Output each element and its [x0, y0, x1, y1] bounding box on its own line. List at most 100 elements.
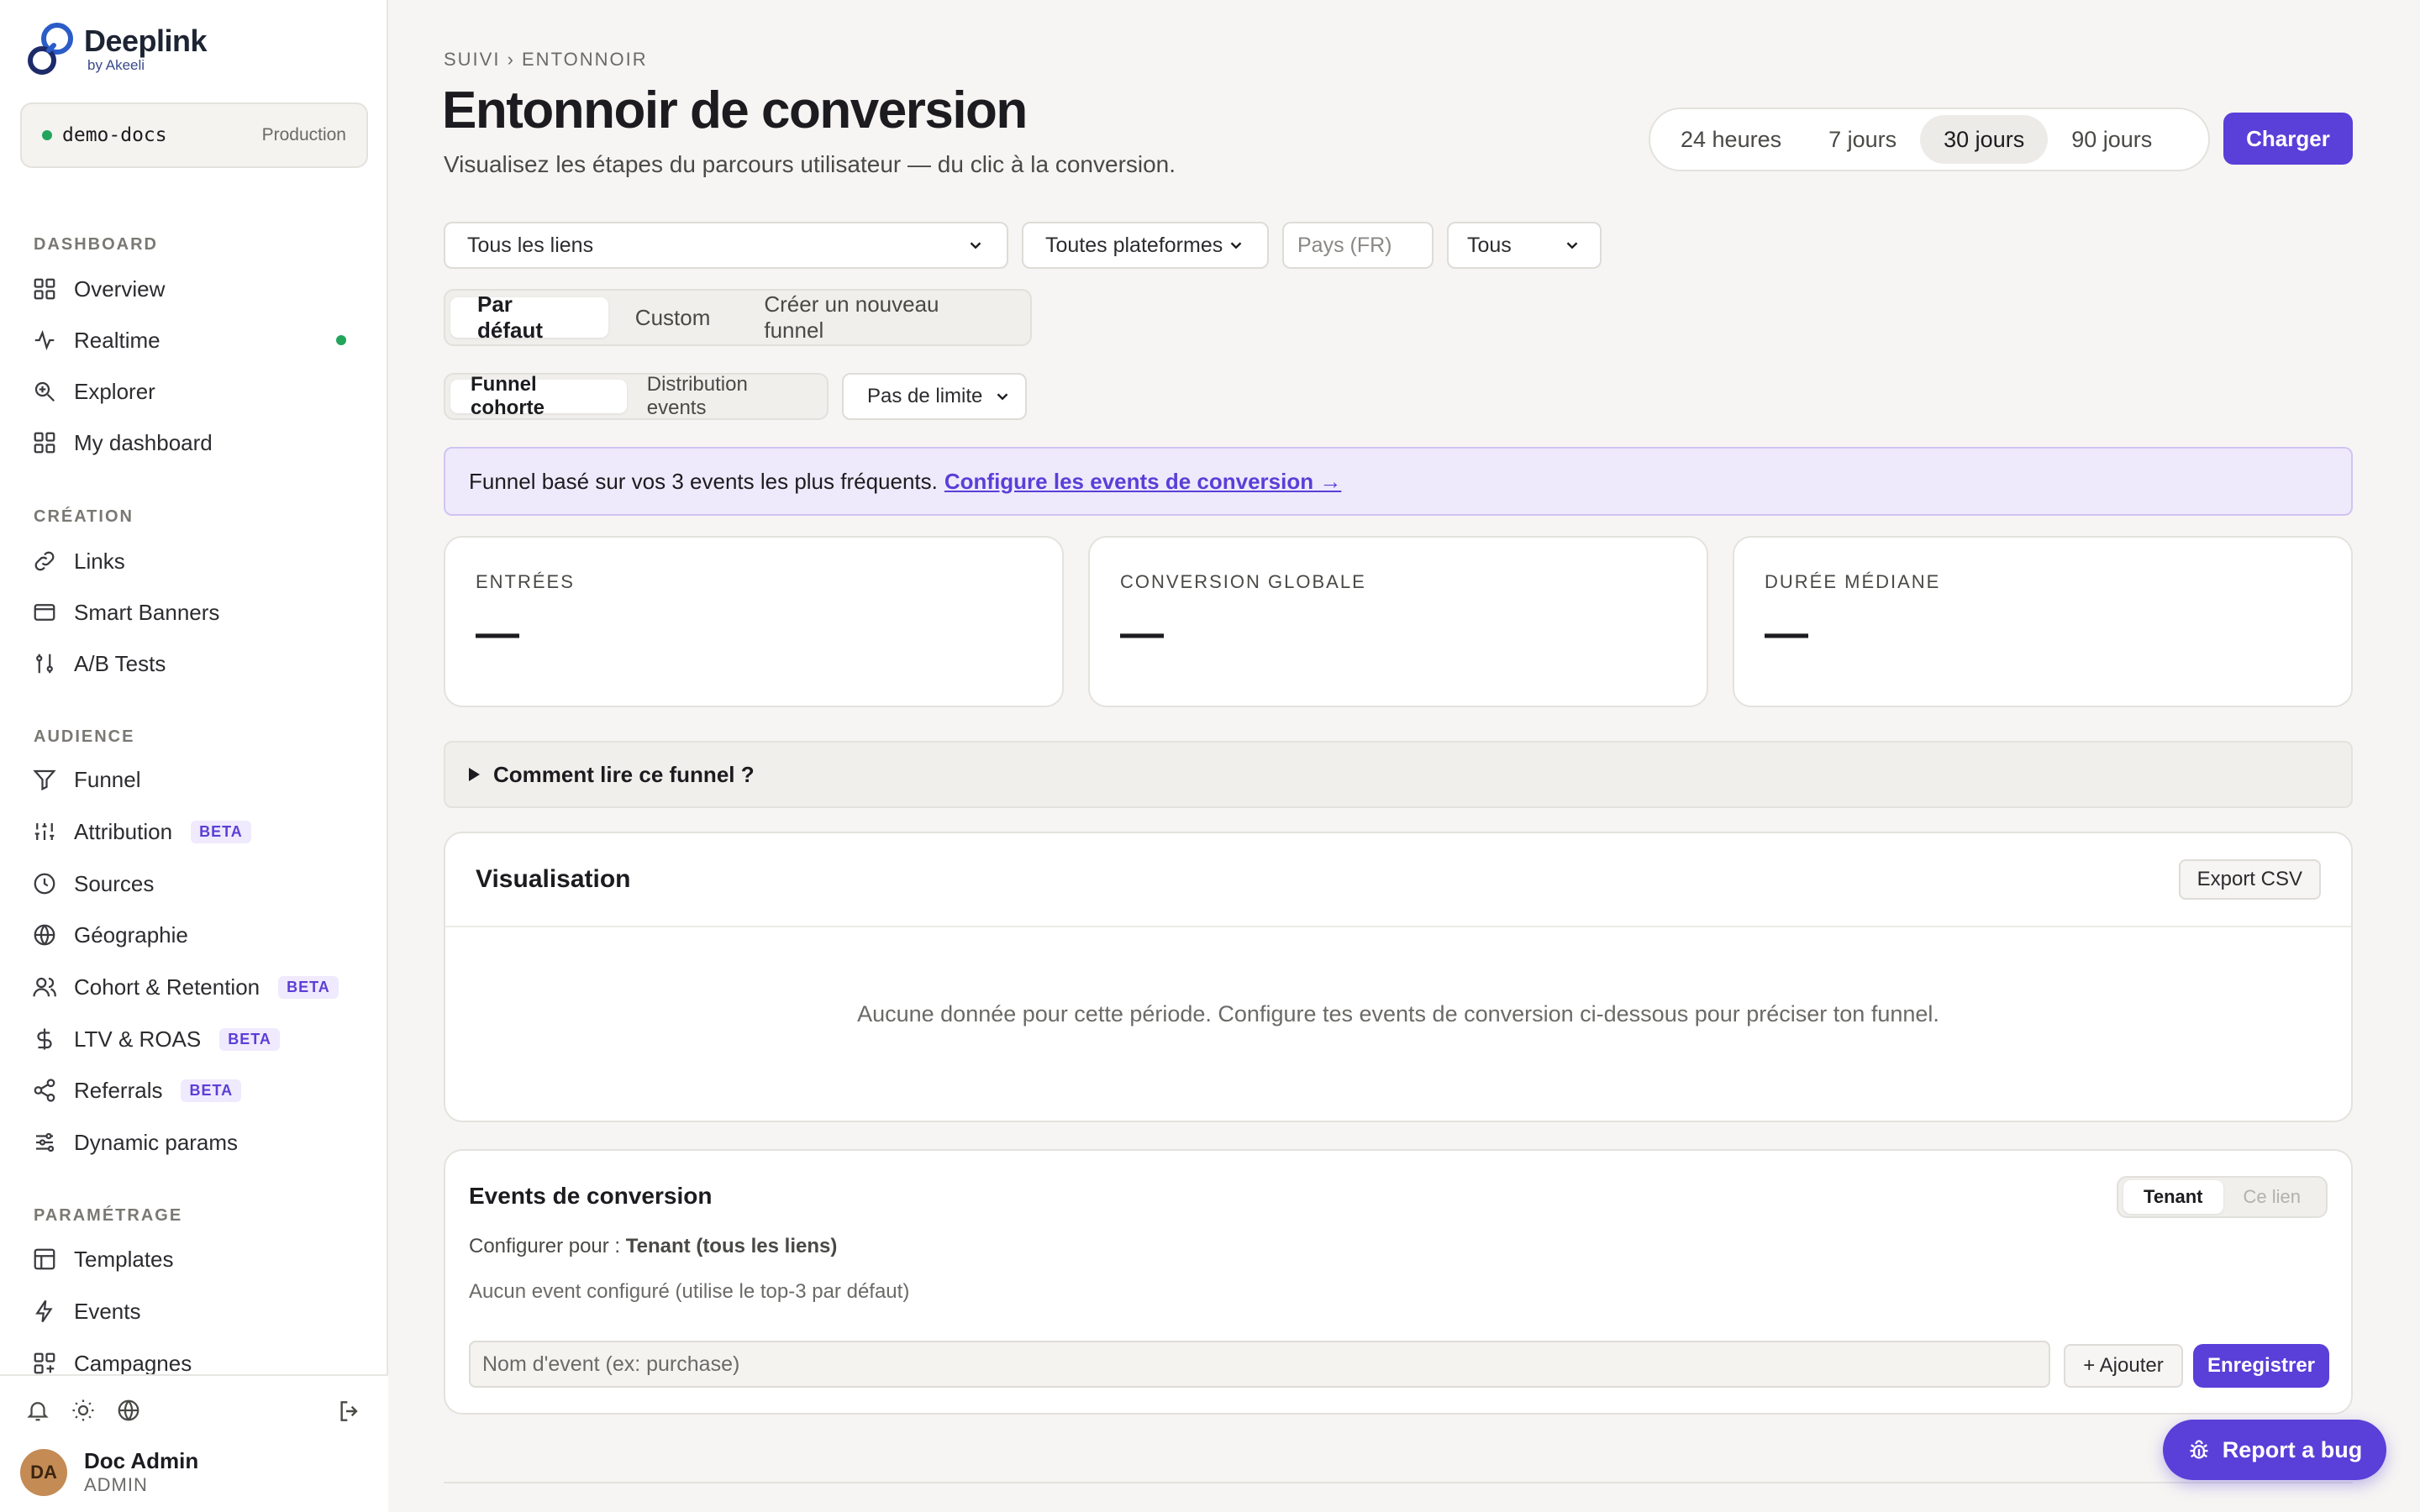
sidebar-item-label: Campagnes — [74, 1350, 192, 1376]
sidebar-item-templates[interactable]: Templates — [24, 1236, 366, 1283]
sidebar-item-label: My dashboard — [74, 429, 213, 455]
sidebar-item-cohort-retention[interactable]: Cohort & Retention BETA — [24, 963, 366, 1011]
sidebar-item-referrals[interactable]: Referrals BETA — [24, 1067, 366, 1114]
sidebar-item-geographie[interactable]: Géographie — [24, 911, 366, 958]
save-events-button[interactable]: Enregistrer — [2193, 1344, 2329, 1388]
nav-section-parametrage: PARAMÉTRAGE — [34, 1206, 183, 1225]
sidebar-item-label: LTV & ROAS — [74, 1026, 202, 1052]
links-select[interactable]: Tous les liens — [444, 222, 1008, 269]
chevron-down-icon — [1230, 242, 1242, 249]
range-24h[interactable]: 24 heures — [1657, 115, 1805, 164]
bell-icon[interactable] — [25, 1398, 50, 1423]
workspace-switcher[interactable]: demo-docs Production — [20, 102, 368, 168]
all-select-value: Tous — [1467, 233, 1512, 257]
country-input-placeholder: Pays (FR) — [1297, 233, 1392, 257]
sidebar-item-label: Géographie — [74, 921, 188, 948]
report-bug-label: Report a bug — [2222, 1436, 2363, 1462]
howto-disclosure[interactable]: Comment lire ce funnel ? — [444, 741, 2353, 808]
events-title: Events de conversion — [469, 1183, 713, 1209]
funnel-icon — [33, 769, 56, 791]
event-name-placeholder: Nom d'event (ex: purchase) — [482, 1352, 740, 1376]
sidebar-item-label: Cohort & Retention — [74, 974, 260, 1000]
sidebar-item-smart-banners[interactable]: Smart Banners — [24, 589, 366, 636]
limit-select[interactable]: Pas de limite — [842, 373, 1027, 420]
chevron-down-icon — [970, 242, 981, 249]
sidebar-item-label: Explorer — [74, 378, 155, 404]
brand-sub: by Akeeli — [87, 57, 145, 73]
user-role: ADMIN — [84, 1474, 148, 1495]
sidebar-item-overview[interactable]: Overview — [24, 265, 366, 312]
workspace-status-dot — [42, 130, 52, 140]
scope-ce-lien[interactable]: Ce lien — [2223, 1180, 2321, 1214]
all-select[interactable]: Tous — [1447, 222, 1602, 269]
sidebar-item-label: Attribution — [74, 818, 173, 844]
event-name-input[interactable]: Nom d'event (ex: purchase) — [469, 1341, 2050, 1388]
language-globe-icon[interactable] — [116, 1398, 141, 1423]
country-input[interactable]: Pays (FR) — [1282, 222, 1434, 269]
nav-section-creation: CRÉATION — [34, 507, 134, 526]
sidebar-item-realtime[interactable]: Realtime — [24, 317, 366, 364]
beta-badge: BETA — [219, 1027, 280, 1051]
sidebar-item-label: Smart Banners — [74, 599, 220, 625]
brand[interactable]: Deeplink by Akeeli — [24, 20, 208, 79]
bug-icon — [2190, 1440, 2208, 1459]
events-config-line: Configurer pour : Tenant (tous les liens… — [469, 1235, 837, 1258]
config-prefix: Configurer pour : — [469, 1235, 621, 1257]
sidebar-item-label: Templates — [74, 1246, 174, 1272]
tab-par-defaut[interactable]: Par défaut — [450, 291, 608, 343]
sidebar-item-ab-tests[interactable]: A/B Tests — [24, 640, 366, 687]
configure-events-link[interactable]: Configure les events de conversion → — [944, 469, 1341, 495]
range-90d[interactable]: 90 jours — [2048, 115, 2175, 164]
beta-badge: BETA — [181, 1079, 242, 1102]
sidebar-item-label: Realtime — [74, 327, 160, 353]
limit-select-value: Pas de limite — [867, 385, 983, 407]
sidebar-item-label: Referrals — [74, 1077, 163, 1103]
sidebar-item-label: Overview — [74, 276, 166, 302]
export-csv-button[interactable]: Export CSV — [2178, 859, 2321, 900]
tab-custom[interactable]: Custom — [608, 297, 738, 338]
sidebar-item-sources[interactable]: Sources — [24, 860, 366, 907]
load-button[interactable]: Charger — [2223, 113, 2353, 165]
kpi-label: CONVERSION GLOBALE — [1120, 571, 1366, 592]
logout-icon[interactable] — [336, 1398, 363, 1425]
page-title: Entonnoir de conversion — [442, 81, 1028, 139]
tab-funnel-cohorte[interactable]: Funnel cohorte — [450, 373, 627, 419]
sidebar-item-funnel[interactable]: Funnel — [24, 756, 366, 803]
sidebar-item-links[interactable]: Links — [24, 538, 366, 585]
sidebar-item-ltv-roas[interactable]: LTV & ROAS BETA — [24, 1016, 366, 1063]
sidebar-item-label: A/B Tests — [74, 650, 166, 676]
link-icon — [34, 551, 55, 571]
sidebar-item-label: Sources — [74, 870, 155, 896]
tab-create-funnel[interactable]: Créer un nouveau funnel — [737, 291, 1025, 343]
report-bug-button[interactable]: Report a bug — [2163, 1420, 2386, 1480]
sun-icon[interactable] — [71, 1398, 96, 1423]
sidebar-item-explorer[interactable]: Explorer — [24, 368, 366, 415]
sidebar-item-my-dashboard[interactable]: My dashboard — [24, 419, 366, 466]
workspace-env: Production — [261, 125, 346, 144]
nav-section-audience: AUDIENCE — [34, 727, 135, 746]
add-event-button[interactable]: + Ajouter — [2064, 1344, 2183, 1388]
sidebar-item-dynamic-params[interactable]: Dynamic params — [24, 1119, 366, 1166]
kpi-value: — — [1765, 609, 1808, 658]
sidebar-item-attribution[interactable]: Attribution BETA — [24, 808, 366, 855]
grid-icon — [34, 278, 55, 300]
user-profile[interactable]: DA Doc Admin ADMIN — [20, 1448, 198, 1496]
events-scope-toggle: Tenant Ce lien — [2117, 1176, 2328, 1218]
scope-tenant[interactable]: Tenant — [2123, 1180, 2223, 1214]
tab-distribution-events[interactable]: Distribution events — [627, 373, 822, 419]
kpi-card-duree: DURÉE MÉDIANE — — [1733, 536, 2353, 707]
sidebar-item-events[interactable]: Events — [24, 1288, 366, 1335]
range-7d[interactable]: 7 jours — [1805, 115, 1920, 164]
range-30d[interactable]: 30 jours — [1920, 115, 2049, 164]
brand-name: Deeplink — [84, 24, 208, 58]
platforms-select[interactable]: Toutes plateformes — [1022, 222, 1269, 269]
beta-badge: BETA — [191, 820, 251, 843]
clock-icon — [34, 873, 55, 895]
info-text: Funnel basé sur vos 3 events les plus fr… — [469, 468, 938, 494]
grid-icon — [34, 432, 55, 454]
dollar-icon — [37, 1028, 52, 1050]
chevron-down-icon — [1566, 242, 1578, 249]
info-banner: Funnel basé sur vos 3 events les plus fr… — [444, 447, 2353, 516]
avatar: DA — [20, 1448, 67, 1496]
view-tabs: Funnel cohorte Distribution events — [444, 373, 829, 420]
